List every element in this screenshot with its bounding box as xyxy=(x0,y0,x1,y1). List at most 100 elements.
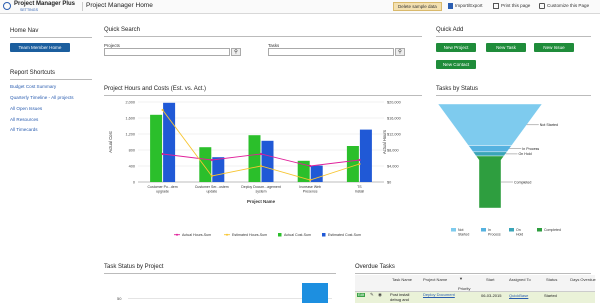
legend-label: Estimated Hours-Sum xyxy=(232,233,267,237)
funnel-legend-label: On xyxy=(516,228,521,232)
funnel-legend-label: In xyxy=(488,228,491,232)
quick-add-title: Quick Add xyxy=(436,27,464,33)
app-name[interactable]: Project Manager Plus xyxy=(14,1,75,7)
row-assigned[interactable]: QuickBase xyxy=(509,293,528,298)
x-tick-label: Customer Ser...ostem xyxy=(195,185,229,189)
print-link[interactable]: Print this page xyxy=(501,3,530,8)
actual-hours-point xyxy=(161,152,164,156)
right-tick-label: $20,000 xyxy=(387,101,401,105)
left-tick-label: 1,200 xyxy=(125,133,135,137)
print-icon[interactable] xyxy=(493,3,499,9)
col-task-name[interactable]: Task Name xyxy=(392,277,412,282)
col-status[interactable]: Status xyxy=(546,277,557,282)
search-icon: ⚲ xyxy=(234,49,238,55)
funnel-label: Not Started xyxy=(540,123,558,127)
app-logo-icon[interactable] xyxy=(3,2,11,10)
task-status-ytick: 50 xyxy=(117,296,122,301)
x-tick-label: upgrade xyxy=(156,190,169,194)
x-tick-label: Presence xyxy=(303,190,318,194)
bar-estimated-cost xyxy=(261,140,274,182)
funnel-segment xyxy=(468,145,512,153)
priority-sort-icon[interactable]: ▼ xyxy=(459,276,463,281)
search-icon: ⚲ xyxy=(398,49,402,55)
customize-icon[interactable] xyxy=(539,3,545,9)
tasks-search-button[interactable]: ⚲ xyxy=(395,48,405,56)
left-tick-label: 800 xyxy=(129,149,135,153)
task-status-project-divider xyxy=(104,273,336,274)
import-export-icon[interactable] xyxy=(448,3,453,9)
funnel-label: On Hold xyxy=(518,152,531,156)
col-start[interactable]: Start xyxy=(486,277,494,282)
delete-sample-button[interactable]: Delete sample data xyxy=(393,2,442,11)
x-tick-label: Customer Po...dem xyxy=(148,185,178,189)
new-issue-button[interactable]: New Issue xyxy=(534,43,574,52)
hours-costs-chart: 2,000 1,600 1,200 800 400 0 $20,000 $16,000 $12,… xyxy=(108,101,401,238)
actual-hours-line xyxy=(162,153,360,167)
row-status: Started xyxy=(544,293,557,298)
bar-actual-cost xyxy=(248,135,261,182)
report-link-timecards[interactable]: All Timecards xyxy=(10,127,38,132)
new-project-button[interactable]: New Project xyxy=(436,43,476,52)
tasks-status-title: Tasks by Status xyxy=(436,86,479,92)
left-axis-title: Actual Cost xyxy=(108,130,113,152)
x-tick-label: system xyxy=(255,190,266,194)
estimated-hours-point xyxy=(358,162,361,166)
edit-badge[interactable]: Edit xyxy=(357,293,366,297)
x-tick-label: update xyxy=(206,190,217,194)
col-priority[interactable]: Priority xyxy=(458,286,470,291)
funnel-legend-swatch xyxy=(481,228,486,232)
hours-chart-title: Project Hours and Costs (Est. vs. Act.) xyxy=(104,86,207,92)
col-assigned-to[interactable]: Assigned To xyxy=(509,277,531,282)
report-link-budget[interactable]: Budget Cost Summary xyxy=(10,84,56,89)
report-link-quarterly[interactable]: Quarterly Timeline - All projects xyxy=(10,95,74,100)
funnel-label: In Process xyxy=(522,147,539,151)
right-tick-label: $8,000 xyxy=(387,149,399,153)
actual-hours-point xyxy=(358,158,361,162)
bar-estimated-cost xyxy=(212,157,225,182)
report-link-resources[interactable]: All Resources xyxy=(10,117,38,122)
x-tick-label: Install xyxy=(355,190,364,194)
projects-search-input[interactable] xyxy=(104,48,230,56)
x-tick-label: Increase Web xyxy=(299,185,321,189)
actual-hours-point xyxy=(259,152,263,156)
bar-actual-cost xyxy=(199,147,212,182)
x-axis-title: Project Name xyxy=(247,199,276,204)
team-member-home-button[interactable]: Team Member Home xyxy=(10,43,70,52)
left-tick-label: 400 xyxy=(129,165,135,169)
col-days-overdue[interactable]: Days Overdue xyxy=(570,277,596,282)
row-start: 06-03-2015 xyxy=(481,293,502,298)
tasks-search-input[interactable] xyxy=(268,48,394,56)
customize-link[interactable]: Customize this Page xyxy=(547,3,589,8)
legend-swatch xyxy=(322,233,326,237)
funnel-segment xyxy=(472,151,508,157)
overdue-table-header xyxy=(355,275,595,292)
legend-point-swatch xyxy=(176,233,178,236)
funnel-legend-swatch xyxy=(509,228,514,232)
home-nav-title: Home Nav xyxy=(10,28,39,34)
left-tick-label: 1,600 xyxy=(125,117,135,121)
settings-link[interactable]: SETTINGS xyxy=(20,8,38,12)
view-eye-icon[interactable]: ◉ xyxy=(378,292,382,298)
report-link-issues[interactable]: All Open Issues xyxy=(10,106,42,111)
projects-search-button[interactable]: ⚲ xyxy=(231,48,241,56)
col-project-name[interactable]: Project Name xyxy=(423,277,447,282)
header-divider xyxy=(82,2,83,11)
funnel-segment xyxy=(475,155,505,209)
legend-label: Actual Cost-Sum xyxy=(284,233,311,237)
funnel-legend-label: Process xyxy=(488,233,501,237)
home-nav-divider xyxy=(10,37,92,38)
new-task-button[interactable]: New Task xyxy=(486,43,526,52)
import-export-link[interactable]: Import/Export xyxy=(455,3,483,8)
estimated-hours-point xyxy=(309,178,312,182)
legend-label: Actual Hours-Sum xyxy=(182,233,211,237)
report-shortcuts-title: Report Shortcuts xyxy=(10,70,56,76)
row-project-name[interactable]: Deploy Document xyxy=(423,292,455,297)
funnel-segment xyxy=(437,103,543,146)
quick-search-divider xyxy=(104,36,422,37)
funnel-legend-label: Not xyxy=(458,228,463,232)
legend-point-swatch xyxy=(226,233,228,236)
edit-pencil-icon[interactable]: ✎ xyxy=(370,292,374,298)
bar-actual-cost xyxy=(150,114,163,182)
new-contact-button[interactable]: New Contact xyxy=(436,60,476,69)
estimated-hours-line xyxy=(162,109,360,181)
